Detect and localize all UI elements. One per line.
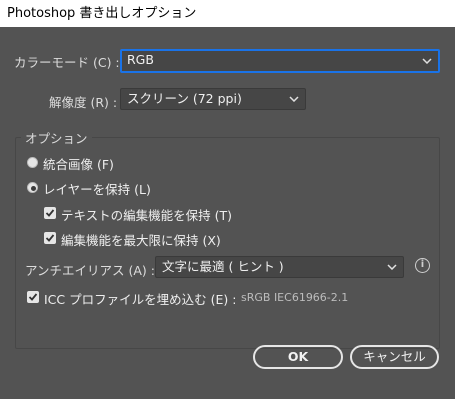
resolution-select[interactable]: スクリーン (72 ppi) [120, 88, 306, 110]
cancel-button[interactable]: キャンセル [350, 345, 439, 369]
icc-profile-name: sRGB IEC61966-2.1 [241, 291, 349, 304]
options-group-title: オプション [21, 128, 92, 147]
info-icon[interactable]: i [415, 258, 430, 273]
keep-layers-radio[interactable] [27, 182, 38, 193]
checkmark-icon [45, 209, 55, 217]
chevron-down-icon [289, 89, 299, 109]
chevron-down-icon [387, 257, 397, 277]
color-mode-value: RGB [127, 52, 154, 67]
keep-layers-label[interactable]: レイヤーを保持 (L) [43, 179, 151, 198]
ok-button[interactable]: OK [253, 345, 343, 369]
export-options-dialog: カラーモード (C) : RGB 解像度 (R) : スクリーン (72 ppi… [0, 27, 455, 399]
color-mode-label: カラーモード (C) : [14, 55, 120, 70]
max-edit-label[interactable]: 編集機能を最大限に保持 (X) [61, 230, 221, 249]
resolution-label: 解像度 (R) : [49, 95, 118, 110]
icc-checkbox[interactable] [27, 291, 39, 303]
window-title: Photoshop 書き出しオプション [0, 0, 455, 27]
max-edit-checkbox[interactable] [44, 232, 56, 244]
antialias-select[interactable]: 文字に最適 ( ヒント ) [155, 256, 404, 278]
chevron-down-icon [422, 51, 432, 71]
checkmark-icon [28, 293, 38, 301]
keep-text-checkbox[interactable] [44, 207, 56, 219]
antialias-value: 文字に最適 ( ヒント ) [162, 259, 284, 274]
keep-text-label[interactable]: テキストの編集機能を保持 (T) [61, 205, 232, 224]
checkmark-icon [45, 234, 55, 242]
resolution-value: スクリーン (72 ppi) [127, 91, 242, 106]
flatten-radio[interactable] [27, 157, 38, 168]
flatten-label[interactable]: 統合画像 (F) [43, 154, 114, 173]
color-mode-select[interactable]: RGB [120, 49, 440, 73]
antialias-label: アンチエイリアス (A) : [25, 263, 155, 278]
icc-label[interactable]: ICC プロファイルを埋め込む (E) : [44, 289, 236, 308]
